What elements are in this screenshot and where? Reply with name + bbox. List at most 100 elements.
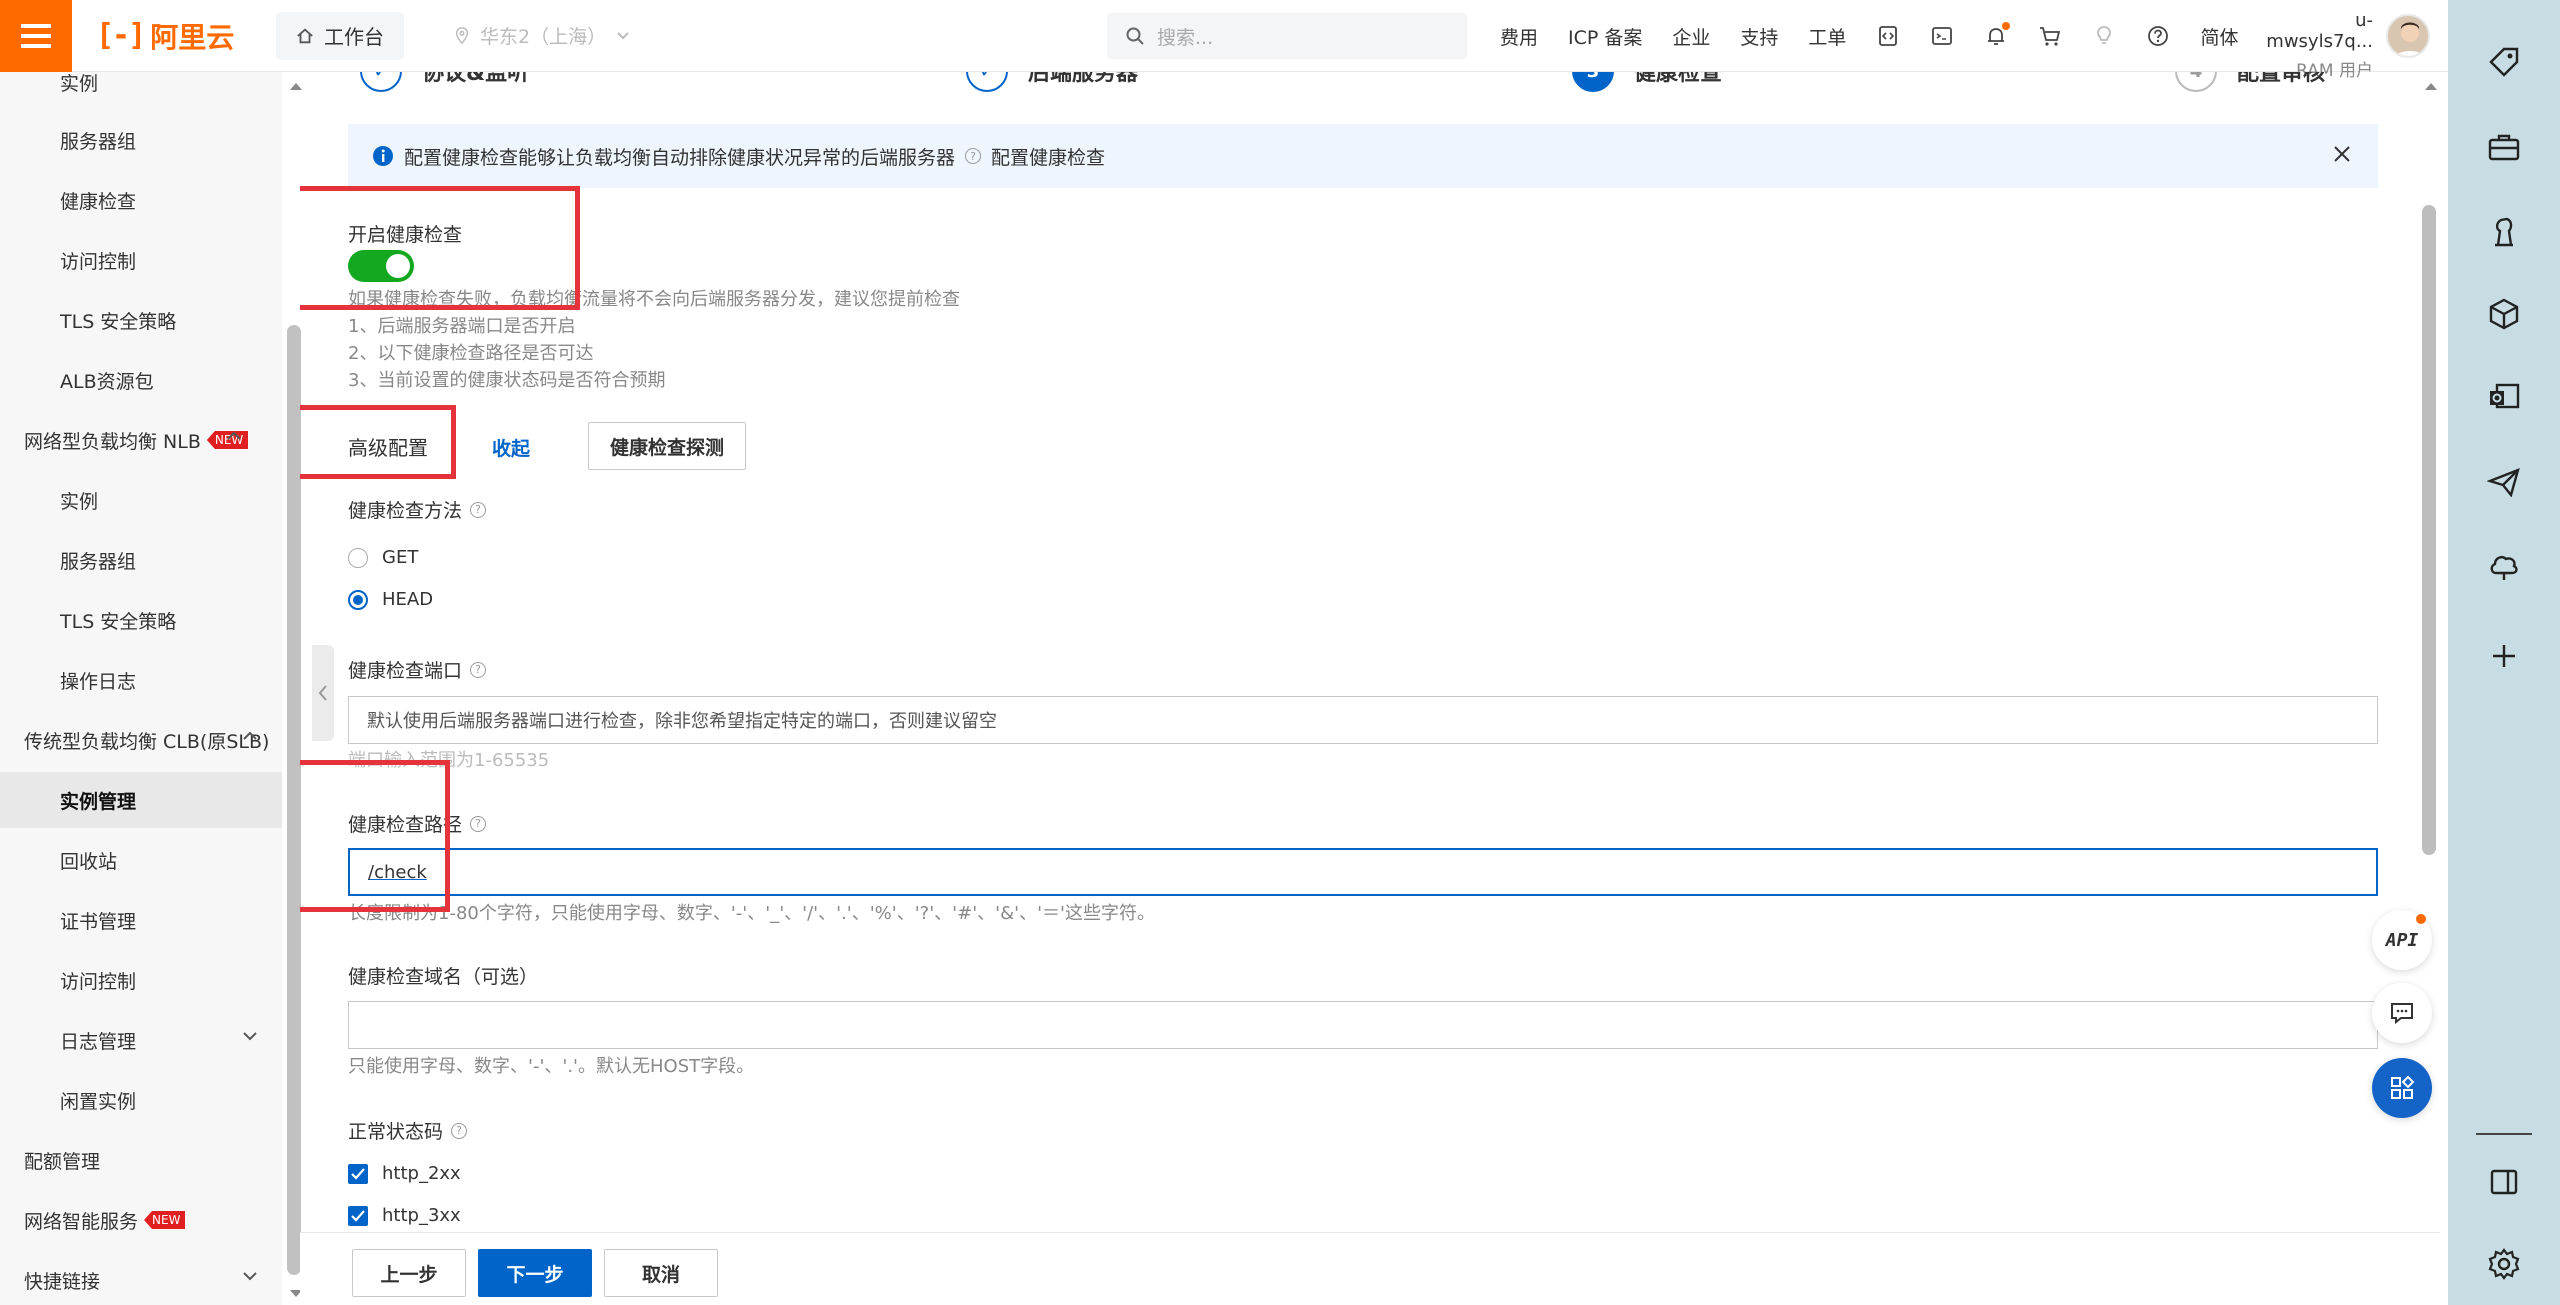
workbench-label: 工作台: [324, 25, 384, 49]
panel-toggle-icon[interactable]: [2482, 1160, 2526, 1204]
path-input[interactable]: /check: [348, 848, 2378, 896]
step-label: 协议&监听: [422, 72, 530, 86]
api-button[interactable]: API: [2372, 910, 2432, 970]
status-checkbox-2xx[interactable]: http_2xx: [348, 1163, 461, 1184]
help-icon[interactable]: ?: [470, 501, 487, 518]
search-placeholder: 搜索...: [1157, 26, 1214, 49]
cancel-button[interactable]: 取消: [604, 1249, 718, 1297]
sidebar-item-alb-health-check[interactable]: 健康检查: [0, 172, 282, 228]
toolbox-icon[interactable]: [2482, 125, 2526, 169]
sidebar-item-quota[interactable]: 配额管理: [0, 1132, 282, 1188]
feedback-button[interactable]: [2372, 983, 2432, 1043]
sidebar-item-clb-logs[interactable]: 日志管理: [0, 1012, 282, 1068]
method-radio-get[interactable]: GET: [348, 547, 418, 568]
sidebar-scrollbar[interactable]: [287, 325, 301, 1275]
health-check-tips: 如果健康检查失败，负载均衡流量将不会向后端服务器分发，建议您提前检查 1、后端服…: [348, 286, 960, 394]
chess-icon[interactable]: [2482, 210, 2526, 254]
cube-icon[interactable]: [2482, 292, 2526, 336]
region-label: 华东2（上海）: [480, 26, 607, 48]
help-icon[interactable]: ?: [965, 148, 982, 164]
help-icon[interactable]: ?: [470, 661, 487, 678]
sidebar-item-nlb-server-group[interactable]: 服务器组: [0, 532, 282, 588]
wizard-steps: ✓ 协议&监听 ✓ 后端服务器 3 健康检查 4 配置审核: [360, 72, 2440, 92]
domain-input[interactable]: [348, 1001, 2378, 1049]
banner-link[interactable]: 配置健康检查: [991, 143, 1105, 170]
nav-enterprise[interactable]: 企业: [1672, 23, 1710, 50]
language-switch[interactable]: 简体: [2200, 23, 2238, 50]
lightbulb-icon[interactable]: [2092, 24, 2116, 48]
help-icon[interactable]: [2146, 24, 2170, 48]
user-name: u-mwsyls7q...: [2266, 10, 2373, 52]
logo[interactable]: [-] 阿里云: [96, 16, 246, 56]
sidebar-item-shortcuts[interactable]: 快捷链接: [0, 1252, 282, 1305]
nav-icp[interactable]: ICP 备案: [1568, 23, 1642, 50]
sidebar-item-nlb-log[interactable]: 操作日志: [0, 652, 282, 708]
bell-icon[interactable]: [1984, 22, 2011, 48]
step-1: ✓ 协议&监听: [360, 72, 529, 92]
method-radio-head[interactable]: HEAD: [348, 589, 433, 610]
plus-icon[interactable]: [2482, 634, 2526, 678]
sidebar-item-clb-idle[interactable]: 闲置实例: [0, 1072, 282, 1128]
collapse-link[interactable]: 收起: [492, 434, 530, 461]
sidebar-group-label: 网络型负载均衡 NLB: [24, 430, 201, 453]
code-icon[interactable]: [1876, 24, 1900, 48]
sidebar-item-label: 网络智能服务: [24, 1210, 139, 1233]
sidebar-item-nlb-instance[interactable]: 实例: [0, 472, 282, 528]
mail-icon[interactable]: [2482, 375, 2526, 419]
sidebar-item-alb-instance[interactable]: 实例: [0, 72, 282, 110]
location-icon: [455, 26, 469, 44]
menu-button[interactable]: [0, 0, 72, 72]
sidebar-group-clb[interactable]: 传统型负载均衡 CLB(原SLB): [0, 712, 282, 768]
close-icon[interactable]: [2332, 144, 2352, 164]
sidebar-item-clb-recycle[interactable]: 回收站: [0, 832, 282, 888]
notification-dot: [2416, 914, 2426, 924]
sidebar-item-nlb-tls[interactable]: TLS 安全策略: [0, 592, 282, 648]
health-check-probe-button[interactable]: 健康检查探测: [588, 422, 746, 470]
scroll-up-arrow-icon[interactable]: [2423, 80, 2439, 92]
user-info[interactable]: u-mwsyls7q... RAM 用户: [2255, 10, 2373, 81]
search-input[interactable]: 搜索...: [1107, 13, 1467, 59]
sidebar-item-clb-instance-management[interactable]: 实例管理: [0, 772, 282, 828]
region-selector[interactable]: 华东2（上海）: [454, 22, 630, 49]
prev-step-button[interactable]: 上一步: [352, 1249, 466, 1297]
info-banner: 配置健康检查能够让负载均衡自动排除健康状况异常的后端服务器 ? 配置健康检查: [348, 124, 2378, 188]
tag-icon[interactable]: [2482, 40, 2526, 84]
terminal-icon[interactable]: [1930, 24, 1954, 48]
nav-support[interactable]: 支持: [1740, 23, 1778, 50]
step-label: 后端服务器: [1028, 72, 1139, 86]
sidebar-group-nlb[interactable]: 网络型负载均衡 NLB NEW: [0, 412, 282, 468]
top-nav: 费用 ICP 备案 企业 支持 工单 简体: [1500, 0, 2238, 72]
domain-hint: 只能使用字母、数字、'-'、'.'。默认无HOST字段。: [348, 1056, 755, 1077]
sidebar-item-clb-acl[interactable]: 访问控制: [0, 952, 282, 1008]
sidebar-item-clb-certificate[interactable]: 证书管理: [0, 892, 282, 948]
send-icon[interactable]: [2482, 460, 2526, 504]
sidebar-item-alb-server-group[interactable]: 服务器组: [0, 112, 282, 168]
apps-button[interactable]: [2372, 1058, 2432, 1118]
apps-grid-icon: [2391, 1075, 2415, 1099]
port-placeholder: 默认使用后端服务器端口进行检查，除非您希望指定特定的端口，否则建议留空: [367, 711, 997, 732]
help-icon[interactable]: ?: [470, 815, 487, 832]
next-step-button[interactable]: 下一步: [478, 1249, 592, 1297]
enable-health-check-toggle[interactable]: [348, 250, 414, 282]
status-code-label: 正常状态码?: [348, 1117, 468, 1144]
tip-line: 1、后端服务器端口是否开启: [348, 316, 576, 337]
sidebar-item-alb-tls[interactable]: TLS 安全策略: [0, 292, 282, 348]
step-label: 配置审核: [2237, 72, 2326, 86]
help-icon[interactable]: ?: [451, 1122, 468, 1139]
main-scrollbar[interactable]: [2422, 205, 2436, 855]
avatar[interactable]: [2386, 14, 2430, 58]
port-input[interactable]: 默认使用后端服务器端口进行检查，除非您希望指定特定的端口，否则建议留空: [348, 696, 2378, 744]
notification-dot: [2002, 22, 2011, 30]
settings-gear-icon[interactable]: [2482, 1242, 2526, 1286]
cart-icon[interactable]: [2038, 24, 2062, 48]
cloud-icon[interactable]: [2482, 545, 2526, 589]
workbench-button[interactable]: 工作台: [276, 11, 404, 60]
sidebar-item-network-intelligence[interactable]: 网络智能服务 NEW: [0, 1192, 282, 1248]
status-checkbox-3xx[interactable]: http_3xx: [348, 1205, 461, 1226]
sidebar-item-label: 访问控制: [60, 970, 137, 993]
sidebar-item-alb-acl[interactable]: 访问控制: [0, 232, 282, 288]
nav-cost[interactable]: 费用: [1500, 23, 1538, 50]
nav-ticket[interactable]: 工单: [1808, 23, 1846, 50]
step-number: 3: [1572, 72, 1614, 92]
sidebar-item-alb-package[interactable]: ALB资源包: [0, 352, 282, 408]
